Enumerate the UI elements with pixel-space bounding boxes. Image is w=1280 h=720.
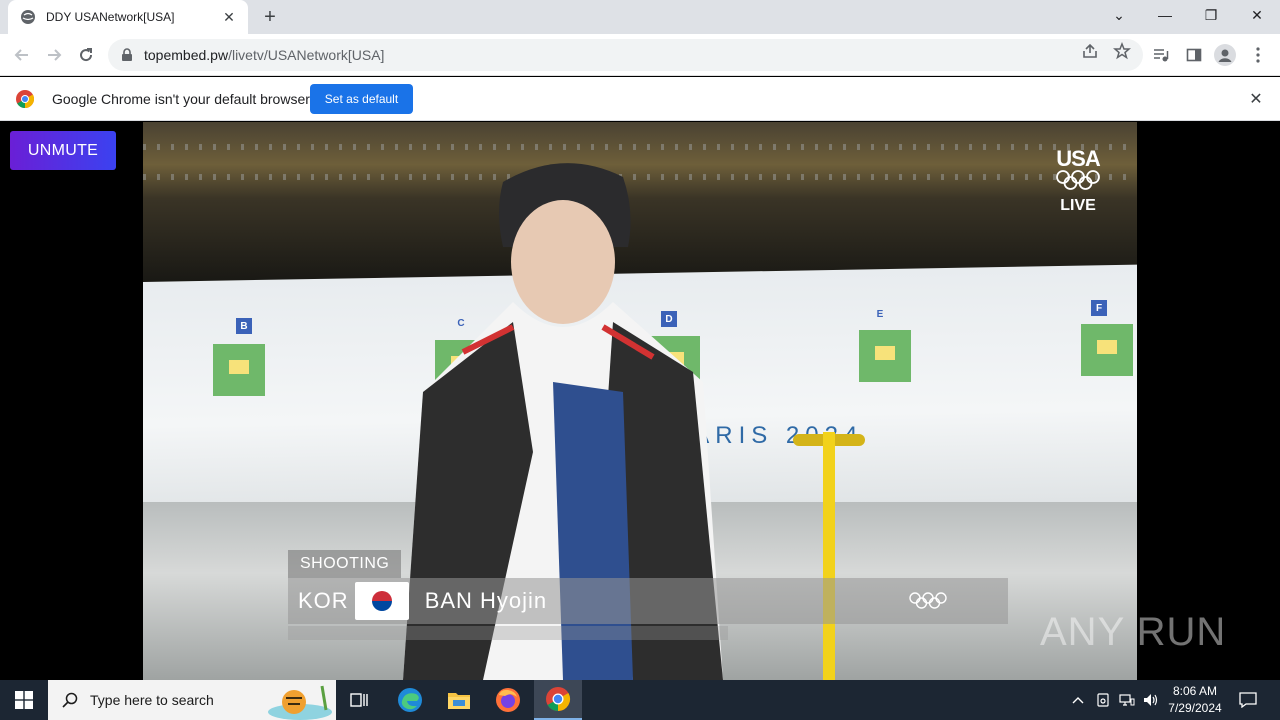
folder-icon <box>448 693 470 709</box>
tab-active[interactable]: DDY USANetwork[USA] ✕ <box>8 0 248 34</box>
file-explorer-taskbar-button[interactable] <box>435 680 483 720</box>
back-arrow-icon <box>14 49 28 61</box>
taskbar-search-box[interactable]: Type here to search <box>48 680 336 720</box>
url-host: topembed.pw <box>144 47 229 63</box>
olympic-rings-icon <box>1056 170 1100 190</box>
forward-arrow-icon <box>48 49 62 61</box>
lower-third-graphic: SHOOTING KOR BAN Hyojin <box>288 550 1008 650</box>
minimize-button[interactable]: — <box>1142 0 1188 30</box>
globe-icon <box>21 10 35 24</box>
shooting-target <box>213 344 265 396</box>
url-path: /livetv/USANetwork[USA] <box>228 47 385 63</box>
volume-button[interactable] <box>1140 680 1162 720</box>
lock-icon <box>122 48 132 61</box>
profile-button[interactable] <box>1214 44 1236 66</box>
video-player[interactable]: B C D E F PARIS 2024 USA LIVE SHOOTING K… <box>143 122 1137 680</box>
tab-close-icon[interactable]: ✕ <box>220 8 238 26</box>
page-content: UNMUTE B C D E F PARIS 2024 USA LIVE SHO… <box>0 122 1280 680</box>
lower-third-underline <box>288 626 728 640</box>
notification-icon <box>1239 692 1257 708</box>
network-logo-text: USA <box>1056 146 1100 171</box>
anyrun-watermark: ANY RUN <box>1040 610 1227 654</box>
clock-time: 8:06 AM <box>1172 684 1218 698</box>
url-text: topembed.pw/livetv/USANetwork[USA] <box>144 47 384 63</box>
forward-button[interactable] <box>40 41 68 69</box>
share-icon[interactable] <box>1081 42 1099 60</box>
athlete-bar: KOR BAN Hyojin <box>288 578 1008 624</box>
shooting-target <box>859 330 911 382</box>
search-placeholder: Type here to search <box>90 692 214 708</box>
clock-date: 7/29/2024 <box>1168 701 1222 715</box>
chrome-icon <box>546 687 571 711</box>
close-window-button[interactable]: ✕ <box>1234 0 1280 30</box>
korea-flag-icon <box>354 582 409 620</box>
task-view-button[interactable] <box>336 680 384 720</box>
chrome-logo-icon <box>16 90 34 108</box>
olympic-rings-icon <box>909 592 947 609</box>
sport-label: SHOOTING <box>288 550 402 578</box>
edge-icon <box>398 688 422 712</box>
chrome-menu-button[interactable] <box>1247 44 1269 66</box>
new-tab-button[interactable]: + <box>258 5 282 29</box>
usa-network-logo: USA LIVE <box>1053 148 1103 215</box>
live-badge: LIVE <box>1060 197 1096 214</box>
meet-now-button[interactable] <box>1092 680 1114 720</box>
bookmark-star-icon[interactable] <box>1113 42 1131 60</box>
chrome-taskbar-button[interactable] <box>534 680 582 720</box>
restore-button[interactable]: ❐ <box>1188 0 1234 30</box>
athlete-name: BAN Hyojin <box>424 588 548 613</box>
network-button[interactable] <box>1116 680 1138 720</box>
address-bar[interactable]: topembed.pw/livetv/USANetwork[USA] <box>108 39 1143 71</box>
chevron-up-icon <box>1072 697 1084 704</box>
firefox-icon <box>496 688 520 712</box>
firefox-taskbar-button[interactable] <box>484 680 532 720</box>
taskbar-clock[interactable]: 8:06 AM 7/29/2024 <box>1160 683 1230 717</box>
notifications-button[interactable] <box>1234 680 1262 720</box>
country-code: KOR <box>298 588 349 613</box>
media-control-button[interactable] <box>1150 44 1172 66</box>
edge-taskbar-button[interactable] <box>386 680 434 720</box>
task-view-icon <box>350 693 368 707</box>
tiger-search-highlight-icon <box>268 685 332 720</box>
lane-marker: E <box>876 308 884 320</box>
windows-logo-icon <box>15 691 33 709</box>
tab-title: DDY USANetwork[USA] <box>46 10 175 24</box>
show-hidden-icons-button[interactable] <box>1068 680 1088 720</box>
search-icon <box>62 692 78 708</box>
reload-icon <box>80 48 93 62</box>
kebab-menu-icon <box>1256 47 1260 63</box>
infobar-close-icon[interactable]: ✕ <box>1246 89 1266 109</box>
browser-toolbar: topembed.pw/livetv/USANetwork[USA] <box>0 34 1280 76</box>
side-panel-button[interactable] <box>1183 44 1205 66</box>
back-button[interactable] <box>8 41 36 69</box>
start-button[interactable] <box>0 680 48 720</box>
shooting-target <box>1081 324 1133 376</box>
default-browser-infobar: Google Chrome isn't your default browser… <box>0 77 1280 121</box>
tab-search-icon[interactable]: ⌄ <box>1096 0 1142 30</box>
device-icon <box>1097 693 1109 707</box>
tab-strip: DDY USANetwork[USA] ✕ + ⌄ — ❐ ✕ <box>0 0 1280 34</box>
lane-marker: B <box>236 318 252 334</box>
set-as-default-button[interactable]: Set as default <box>310 84 413 114</box>
media-queue-icon <box>1154 49 1169 62</box>
unmute-button[interactable]: UNMUTE <box>10 131 116 170</box>
lane-marker: F <box>1091 300 1107 316</box>
side-panel-icon <box>1186 48 1202 62</box>
windows-taskbar: Type here to search 8:06 AM 7/29/2024 <box>0 680 1280 720</box>
ceiling-truss <box>143 144 1137 150</box>
network-icon <box>1119 694 1135 706</box>
reload-button[interactable] <box>72 41 100 69</box>
profile-avatar-icon <box>1214 44 1236 66</box>
infobar-message: Google Chrome isn't your default browser <box>52 91 310 107</box>
speaker-icon <box>1144 694 1158 706</box>
